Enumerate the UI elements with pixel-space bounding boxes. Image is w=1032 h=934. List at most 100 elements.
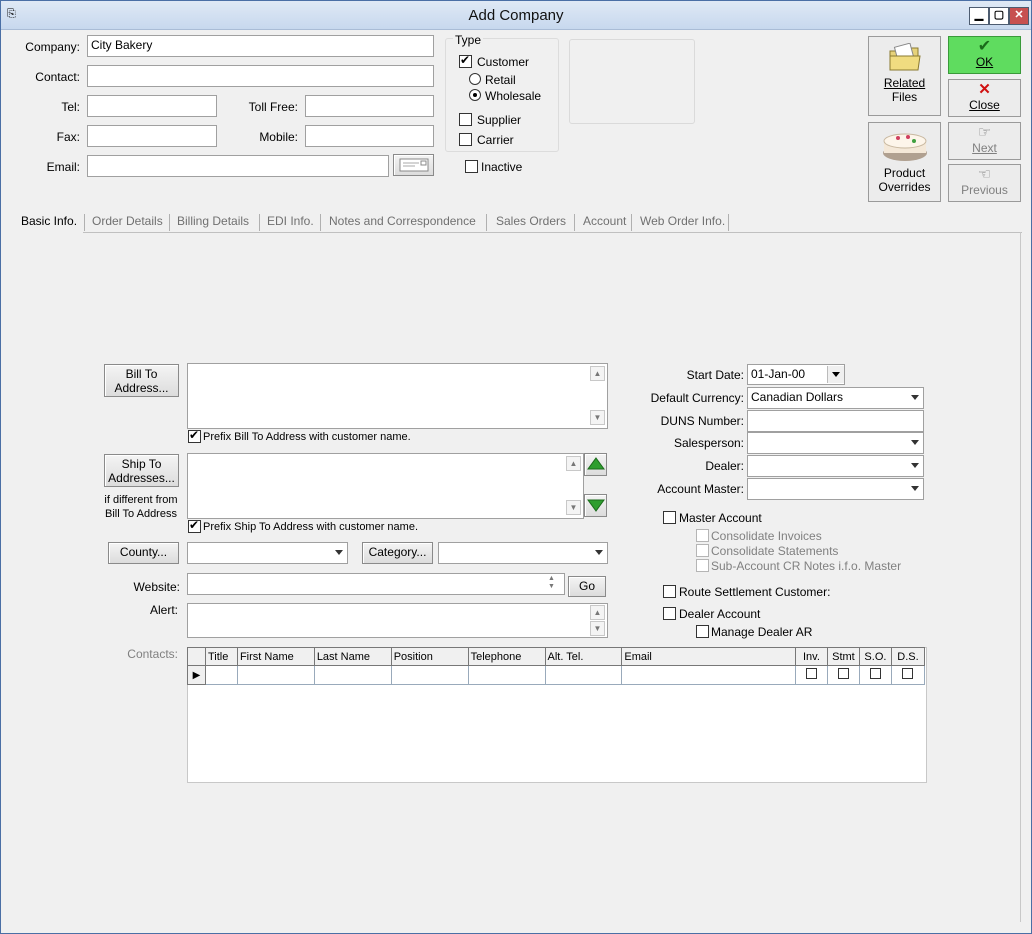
website-spinner-icon[interactable]: ▲ ▼ xyxy=(548,575,555,591)
bill-scroll-up-icon[interactable]: ▲ xyxy=(590,366,605,381)
related-files-label-1: Related xyxy=(883,76,926,90)
prefix-ship-checkbox[interactable] xyxy=(188,518,201,533)
retail-radio[interactable] xyxy=(469,73,481,85)
toll-free-label: Toll Free: xyxy=(248,100,298,114)
table-cell[interactable] xyxy=(621,665,796,685)
email-compose-button[interactable] xyxy=(393,154,434,176)
table-cell[interactable] xyxy=(467,665,546,685)
bill-to-address-textarea[interactable] xyxy=(187,363,608,429)
col-header[interactable]: Position xyxy=(390,647,469,666)
ship-address-prev-button[interactable] xyxy=(584,453,607,476)
supplier-checkbox[interactable] xyxy=(459,113,472,126)
so-checkbox-cell[interactable] xyxy=(858,665,892,685)
dealer-account-checkbox[interactable] xyxy=(663,607,676,620)
customer-checkbox[interactable] xyxy=(459,53,472,68)
tab-basic-info[interactable]: Basic Info. xyxy=(21,214,77,228)
product-overrides-button[interactable]: Product Overrides xyxy=(868,122,941,202)
ship-to-addresses-button[interactable]: Ship To Addresses... xyxy=(104,454,179,487)
consolidate-statements-checkbox[interactable] xyxy=(696,544,709,557)
ship-to-address-textarea[interactable] xyxy=(187,453,584,519)
default-currency-select[interactable]: Canadian Dollars xyxy=(747,387,924,409)
duns-input[interactable] xyxy=(747,410,924,432)
col-header[interactable]: Telephone xyxy=(467,647,546,666)
ship-note-line-2: Bill To Address xyxy=(105,508,177,520)
stmt-checkbox-cell[interactable] xyxy=(826,665,860,685)
col-header[interactable]: First Name xyxy=(236,647,315,666)
tab-sales-orders[interactable]: Sales Orders xyxy=(496,214,566,228)
email-input[interactable] xyxy=(87,155,389,177)
wholesale-radio[interactable] xyxy=(469,89,481,101)
salesperson-select[interactable] xyxy=(747,432,924,454)
inv-checkbox[interactable] xyxy=(805,668,817,679)
ship-scroll-up-icon[interactable]: ▲ xyxy=(566,456,581,471)
route-settlement-checkbox[interactable] xyxy=(663,585,676,598)
ds-checkbox-cell[interactable] xyxy=(890,665,926,685)
dealer-select[interactable] xyxy=(747,455,924,477)
alert-scroll-down-icon[interactable]: ▼ xyxy=(590,621,605,636)
hand-pointing-left-icon: ☜ xyxy=(977,166,992,183)
tab-web-order-info[interactable]: Web Order Info. xyxy=(640,214,725,228)
tab-order-details[interactable]: Order Details xyxy=(92,214,163,228)
county-select[interactable] xyxy=(187,542,348,564)
carrier-checkbox[interactable] xyxy=(459,133,472,146)
col-header[interactable]: Alt. Tel. xyxy=(544,647,623,666)
contacts-label: Contacts: xyxy=(127,647,178,661)
ship-address-next-button[interactable] xyxy=(584,494,607,517)
table-row[interactable]: ▶ xyxy=(187,665,926,685)
ds-checkbox[interactable] xyxy=(902,668,914,679)
inv-checkbox-cell[interactable] xyxy=(794,665,828,685)
tab-edi-info[interactable]: EDI Info. xyxy=(267,214,314,228)
bill-to-address-button[interactable]: Bill To Address... xyxy=(104,364,179,397)
table-cell[interactable] xyxy=(544,665,623,685)
col-header[interactable]: Inv. xyxy=(794,647,828,666)
next-button[interactable]: ☞ Next xyxy=(948,122,1021,160)
checkmark-icon: ✔ xyxy=(977,38,992,55)
account-master-select[interactable] xyxy=(747,478,924,500)
contacts-header-row: Title First Name Last Name Position Tele… xyxy=(187,647,926,666)
tel-input[interactable] xyxy=(87,95,217,117)
col-header[interactable]: Stmt xyxy=(826,647,860,666)
so-checkbox[interactable] xyxy=(869,668,881,679)
col-header[interactable]: Last Name xyxy=(313,647,392,666)
category-button[interactable]: Category... xyxy=(362,542,433,564)
ship-scroll-down-icon[interactable]: ▼ xyxy=(566,500,581,515)
category-select[interactable] xyxy=(438,542,608,564)
tab-billing-details[interactable]: Billing Details xyxy=(177,214,249,228)
previous-button[interactable]: ☜ Previous xyxy=(948,164,1021,202)
go-button[interactable]: Go xyxy=(568,576,606,597)
bill-scroll-down-icon[interactable]: ▼ xyxy=(590,410,605,425)
alert-textarea[interactable] xyxy=(187,603,608,638)
ok-button[interactable]: ✔ OK xyxy=(948,36,1021,74)
date-picker-button[interactable] xyxy=(827,366,844,383)
col-header[interactable]: Title xyxy=(204,647,238,666)
close-window-button[interactable]: ✕ xyxy=(1009,7,1029,25)
col-header[interactable]: D.S. xyxy=(890,647,926,666)
alert-scroll-up-icon[interactable]: ▲ xyxy=(590,605,605,620)
stmt-checkbox[interactable] xyxy=(837,668,849,679)
mobile-input[interactable] xyxy=(305,125,434,147)
table-cell[interactable] xyxy=(236,665,315,685)
consolidate-invoices-checkbox[interactable] xyxy=(696,529,709,542)
county-button[interactable]: County... xyxy=(108,542,179,564)
toll-free-input[interactable] xyxy=(305,95,434,117)
table-cell[interactable] xyxy=(204,665,238,685)
prefix-bill-checkbox[interactable] xyxy=(188,428,201,443)
tab-notes-correspondence[interactable]: Notes and Correspondence xyxy=(329,214,476,228)
master-account-checkbox[interactable] xyxy=(663,511,676,524)
contact-input[interactable] xyxy=(87,65,434,87)
inactive-checkbox[interactable] xyxy=(465,160,478,173)
sub-account-cr-checkbox[interactable] xyxy=(696,559,709,572)
col-header[interactable]: S.O. xyxy=(858,647,892,666)
website-input[interactable] xyxy=(187,573,565,595)
tab-account[interactable]: Account xyxy=(583,214,626,228)
close-button[interactable]: ✕ Close xyxy=(948,79,1021,117)
minimize-button[interactable]: ▁ xyxy=(969,7,989,25)
restore-button[interactable]: ▢ xyxy=(989,7,1009,25)
table-cell[interactable] xyxy=(390,665,469,685)
manage-dealer-ar-checkbox[interactable] xyxy=(696,625,709,638)
related-files-button[interactable]: Related Files xyxy=(868,36,941,116)
col-header[interactable]: Email xyxy=(621,647,796,666)
table-cell[interactable] xyxy=(313,665,392,685)
company-input[interactable]: City Bakery xyxy=(87,35,434,57)
fax-input[interactable] xyxy=(87,125,217,147)
